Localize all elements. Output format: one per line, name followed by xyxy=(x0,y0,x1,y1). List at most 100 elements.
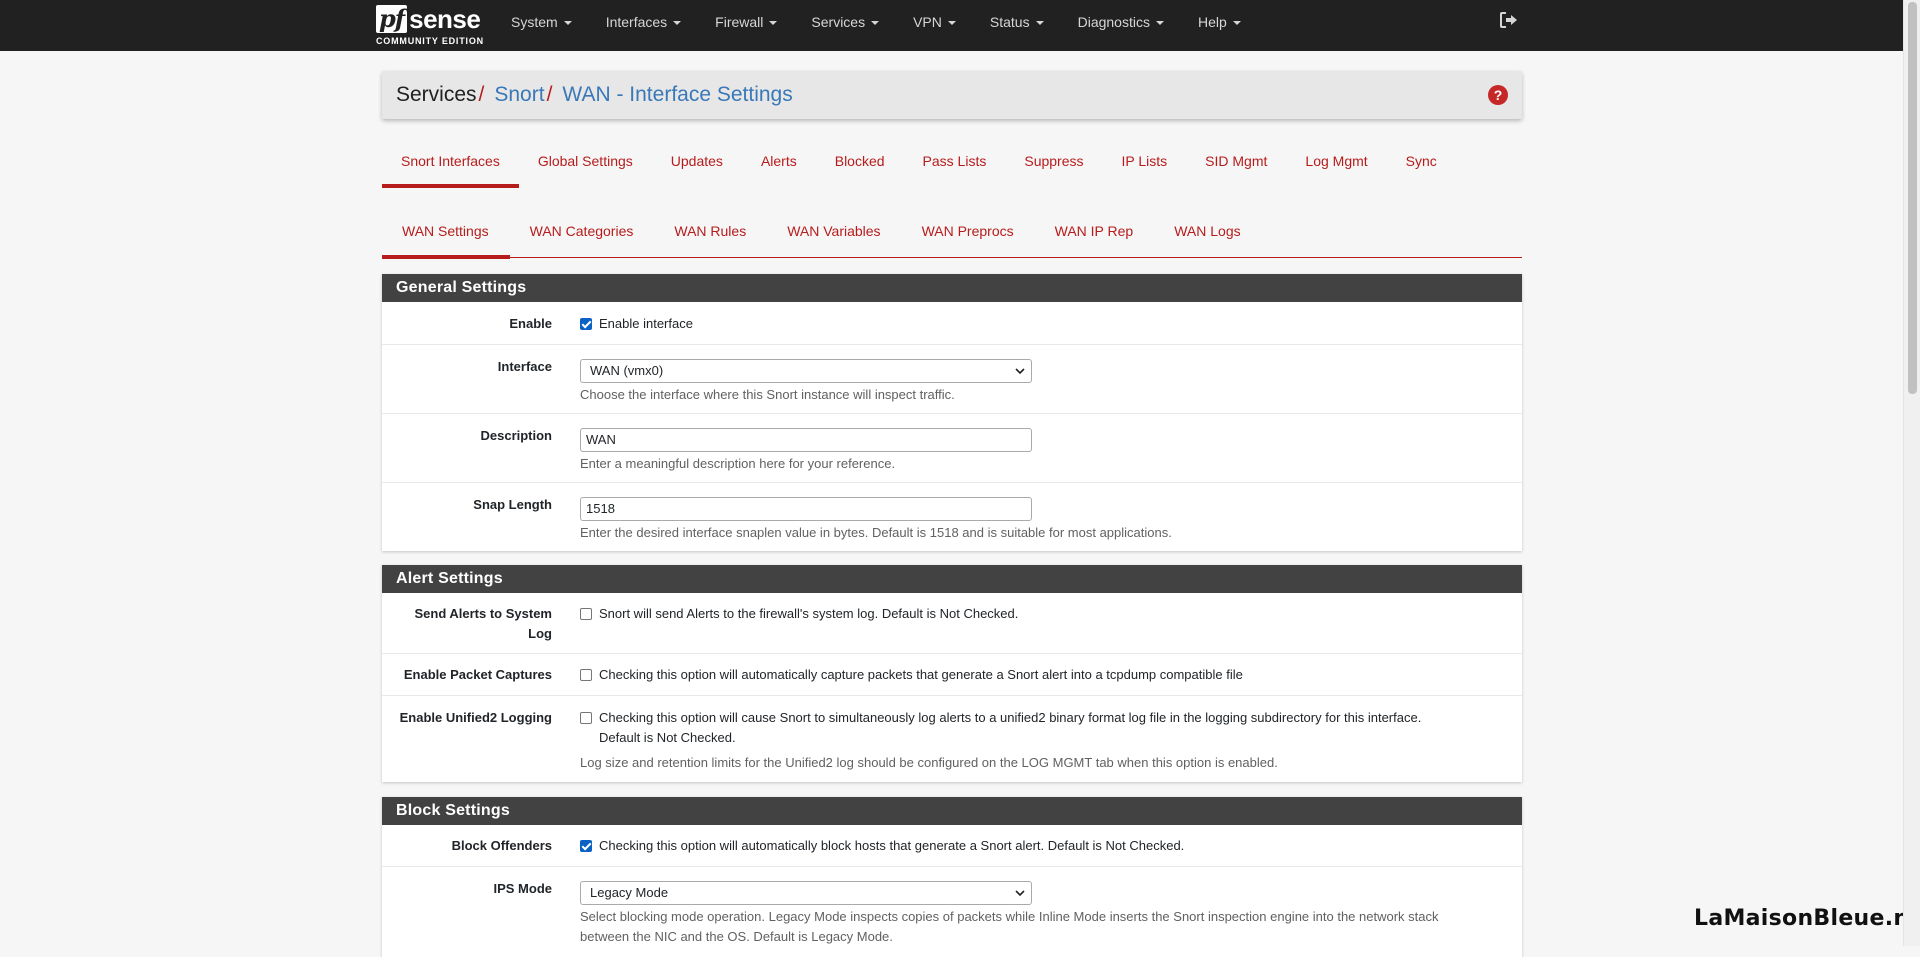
breadcrumb-services: Services xyxy=(396,83,477,106)
breadcrumb-snort-link[interactable]: Snort xyxy=(494,83,544,107)
ips-mode-hint: Select blocking mode operation. Legacy M… xyxy=(580,907,1510,947)
pfsense-logo[interactable]: pf sense COMMUNITY EDITION xyxy=(376,3,486,47)
breadcrumb-separator: / xyxy=(478,83,485,106)
snaplen-row: Snap Length 1518 Enter the desired inter… xyxy=(382,483,1522,551)
description-input[interactable]: WAN xyxy=(580,428,1032,452)
pcap-text: Checking this option will automatically … xyxy=(599,667,1243,682)
chevron-down-icon xyxy=(1015,890,1025,897)
syslog-label-line2: Log xyxy=(528,626,552,641)
logo-prefix: pf xyxy=(376,5,408,33)
breadcrumb-page-title[interactable]: WAN - Interface Settings xyxy=(562,83,792,107)
pcap-checkbox[interactable] xyxy=(580,668,592,681)
tab-wan-logs[interactable]: WAN Logs xyxy=(1154,216,1261,258)
tab-wan-ip-rep[interactable]: WAN IP Rep xyxy=(1035,216,1155,258)
menu-status[interactable]: Status xyxy=(975,0,1063,51)
pcap-row: Enable Packet Captures Checking this opt… xyxy=(382,654,1522,696)
tab-wan-categories[interactable]: WAN Categories xyxy=(510,216,655,258)
tab-global-settings[interactable]: Global Settings xyxy=(519,146,652,188)
tab-wan-variables[interactable]: WAN Variables xyxy=(767,216,901,258)
breadcrumb: Services / Snort / WAN - Interface Setti… xyxy=(382,71,1522,119)
syslog-control: Snort will send Alerts to the firewall's… xyxy=(580,604,1018,624)
unified2-checkbox[interactable] xyxy=(580,711,592,724)
syslog-label: Send Alerts to System Log xyxy=(382,604,552,644)
menu-help[interactable]: Help xyxy=(1183,0,1260,51)
snaplen-input[interactable]: 1518 xyxy=(580,497,1032,521)
tab-wan-rules[interactable]: WAN Rules xyxy=(654,216,767,258)
menu-interfaces[interactable]: Interfaces xyxy=(591,0,700,51)
enable-label: Enable xyxy=(509,316,552,331)
ips-mode-select[interactable]: Legacy Mode xyxy=(580,881,1032,905)
block-offenders-label: Block Offenders xyxy=(451,838,552,853)
enable-row: Enable Enable interface xyxy=(382,302,1522,345)
tab-snort-interfaces[interactable]: Snort Interfaces xyxy=(382,146,519,188)
tab-updates[interactable]: Updates xyxy=(652,146,742,188)
syslog-text: Snort will send Alerts to the firewall's… xyxy=(599,606,1019,621)
logo-edition: COMMUNITY EDITION xyxy=(376,36,484,46)
pcap-label: Enable Packet Captures xyxy=(403,667,552,682)
menu-firewall[interactable]: Firewall xyxy=(700,0,796,51)
block-settings-panel: Block Settings Block Offenders Checking … xyxy=(382,797,1522,957)
tab-ip-lists[interactable]: IP Lists xyxy=(1103,146,1187,188)
scrollbar-thumb[interactable] xyxy=(1908,2,1917,394)
unified2-label: Enable Unified2 Logging xyxy=(399,710,552,725)
interface-hint: Choose the interface where this Snort in… xyxy=(580,387,955,402)
caret-down-icon xyxy=(563,21,572,26)
unified2-row: Enable Unified2 Logging Checking this op… xyxy=(382,696,1522,782)
interface-select[interactable]: WAN (vmx0) xyxy=(580,359,1032,383)
enable-checkbox-text: Enable interface xyxy=(599,316,693,331)
description-row: Description WAN Enter a meaningful descr… xyxy=(382,414,1522,483)
interface-row: Interface WAN (vmx0) Choose the interfac… xyxy=(382,345,1522,414)
snaplen-control: 1518 Enter the desired interface snaplen… xyxy=(580,497,1172,543)
menu-diagnostics[interactable]: Diagnostics xyxy=(1063,0,1183,51)
general-settings-panel: General Settings Enable Enable interface… xyxy=(382,274,1522,551)
top-navbar: pf sense COMMUNITY EDITION System Interf… xyxy=(0,0,1920,51)
syslog-checkbox[interactable] xyxy=(580,607,592,620)
block-offenders-text: Checking this option will automatically … xyxy=(599,838,1185,853)
block-offenders-checkbox[interactable] xyxy=(580,839,592,852)
ips-mode-hint-line1: Select blocking mode operation. Legacy M… xyxy=(580,909,1439,924)
chevron-down-icon xyxy=(1015,368,1025,375)
sign-out-icon[interactable] xyxy=(1500,12,1522,32)
description-control: WAN Enter a meaningful description here … xyxy=(580,428,1032,474)
tab-log-mgmt[interactable]: Log Mgmt xyxy=(1286,146,1386,188)
caret-down-icon xyxy=(1155,21,1164,26)
panel-title: Block Settings xyxy=(382,797,1522,825)
block-offenders-row: Block Offenders Checking this option wil… xyxy=(382,825,1522,867)
ips-mode-control: Legacy Mode Select blocking mode operati… xyxy=(580,881,1510,947)
unified2-text-line2: Default is Not Checked. xyxy=(599,730,736,745)
pcap-control: Checking this option will automatically … xyxy=(580,665,1243,685)
help-icon[interactable]: ? xyxy=(1488,85,1508,105)
unified2-text: Checking this option will cause Snort to… xyxy=(599,708,1421,748)
enable-checkbox[interactable] xyxy=(580,317,592,330)
tab-wan-preprocs[interactable]: WAN Preprocs xyxy=(902,216,1035,258)
description-hint: Enter a meaningful description here for … xyxy=(580,456,896,471)
description-label: Description xyxy=(480,428,552,443)
ips-mode-hint-line2: between the NIC and the OS. Default is L… xyxy=(580,929,893,944)
tab-sync[interactable]: Sync xyxy=(1387,146,1456,188)
vertical-scrollbar[interactable] xyxy=(1903,0,1920,946)
ips-mode-label: IPS Mode xyxy=(493,881,552,896)
tab-blocked[interactable]: Blocked xyxy=(816,146,904,188)
tab-pass-lists[interactable]: Pass Lists xyxy=(904,146,1006,188)
snort-main-tabs: Snort Interfaces Global Settings Updates… xyxy=(382,146,1522,188)
caret-down-icon xyxy=(871,21,880,26)
syslog-label-line1: Send Alerts to System xyxy=(414,606,552,621)
tab-sid-mgmt[interactable]: SID Mgmt xyxy=(1186,146,1286,188)
tab-suppress[interactable]: Suppress xyxy=(1005,146,1102,188)
caret-down-icon xyxy=(1035,21,1044,26)
watermark: LaMaisonBleue.net xyxy=(1694,906,1920,931)
tab-wan-settings[interactable]: WAN Settings xyxy=(382,216,510,259)
interface-select-value: WAN (vmx0) xyxy=(590,363,664,378)
interface-label: Interface xyxy=(497,359,552,374)
menu-system[interactable]: System xyxy=(496,0,591,51)
menu-services[interactable]: Services xyxy=(796,0,898,51)
panel-title: Alert Settings xyxy=(382,565,1522,593)
panel-title: General Settings xyxy=(382,274,1522,302)
caret-down-icon xyxy=(1232,21,1241,26)
tab-alerts[interactable]: Alerts xyxy=(742,146,816,188)
unified2-hint: Log size and retention limits for the Un… xyxy=(580,755,1278,770)
snaplen-label: Snap Length xyxy=(473,497,552,512)
menu-vpn[interactable]: VPN xyxy=(898,0,975,51)
block-offenders-control: Checking this option will automatically … xyxy=(580,836,1184,856)
unified2-text-line1: Checking this option will cause Snort to… xyxy=(599,710,1422,725)
